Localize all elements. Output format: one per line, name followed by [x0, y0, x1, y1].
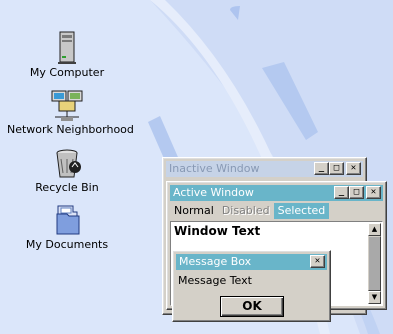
menu-item-selected[interactable]: Selected [273, 203, 330, 219]
window-text: Window Text [174, 224, 261, 238]
message-box-title: Message Box [179, 255, 252, 268]
ok-button[interactable]: OK [220, 296, 284, 317]
maximize-button[interactable]: □ [329, 162, 344, 175]
icon-label: Recycle Bin [35, 181, 99, 194]
computer-icon [58, 31, 76, 64]
active-window-title: Active Window [173, 186, 254, 199]
close-button[interactable]: ✕ [310, 255, 325, 268]
desktop-icon-recycle-bin[interactable]: Recycle Bin [7, 145, 127, 194]
minimize-button[interactable]: _ [314, 162, 329, 175]
network-icon [51, 90, 83, 121]
maximize-button[interactable]: □ [349, 186, 364, 199]
icon-label: Network Neighborhood [7, 123, 134, 136]
desktop-icon-network-neighborhood[interactable]: Network Neighborhood [7, 87, 134, 136]
close-button[interactable]: ✕ [366, 186, 381, 199]
message-box-body: Message Text OK [176, 272, 327, 318]
active-window-titlebar[interactable]: Active Window _ □ ✕ [170, 185, 383, 201]
scroll-thumb[interactable] [368, 236, 381, 291]
vertical-scrollbar[interactable]: ▲ ▼ [368, 223, 381, 304]
menu-item-disabled: Disabled [221, 204, 270, 217]
menu-bar: Normal Disabled Selected [170, 203, 383, 219]
message-box[interactable]: Message Box ✕ Message Text OK [172, 250, 331, 322]
icon-label: My Computer [29, 66, 105, 79]
desktop: My Computer Network Neighborhood Recycle… [0, 0, 393, 334]
inactive-window-titlebar[interactable]: Inactive Window _ □ ✕ [166, 161, 363, 177]
documents-folder-icon [56, 205, 80, 235]
menu-item-normal[interactable]: Normal [170, 203, 218, 219]
scroll-up-button[interactable]: ▲ [368, 223, 381, 236]
message-text: Message Text [178, 274, 252, 287]
close-button[interactable]: ✕ [346, 162, 361, 175]
icon-label: My Documents [25, 238, 109, 251]
minimize-button[interactable]: _ [334, 186, 349, 199]
inactive-window-title: Inactive Window [169, 162, 260, 175]
scroll-down-button[interactable]: ▼ [368, 291, 381, 304]
recycle-bin-icon [56, 149, 81, 178]
message-box-titlebar[interactable]: Message Box ✕ [176, 254, 327, 270]
desktop-icon-my-documents[interactable]: My Documents [7, 202, 127, 251]
desktop-icon-my-computer[interactable]: My Computer [7, 30, 127, 79]
